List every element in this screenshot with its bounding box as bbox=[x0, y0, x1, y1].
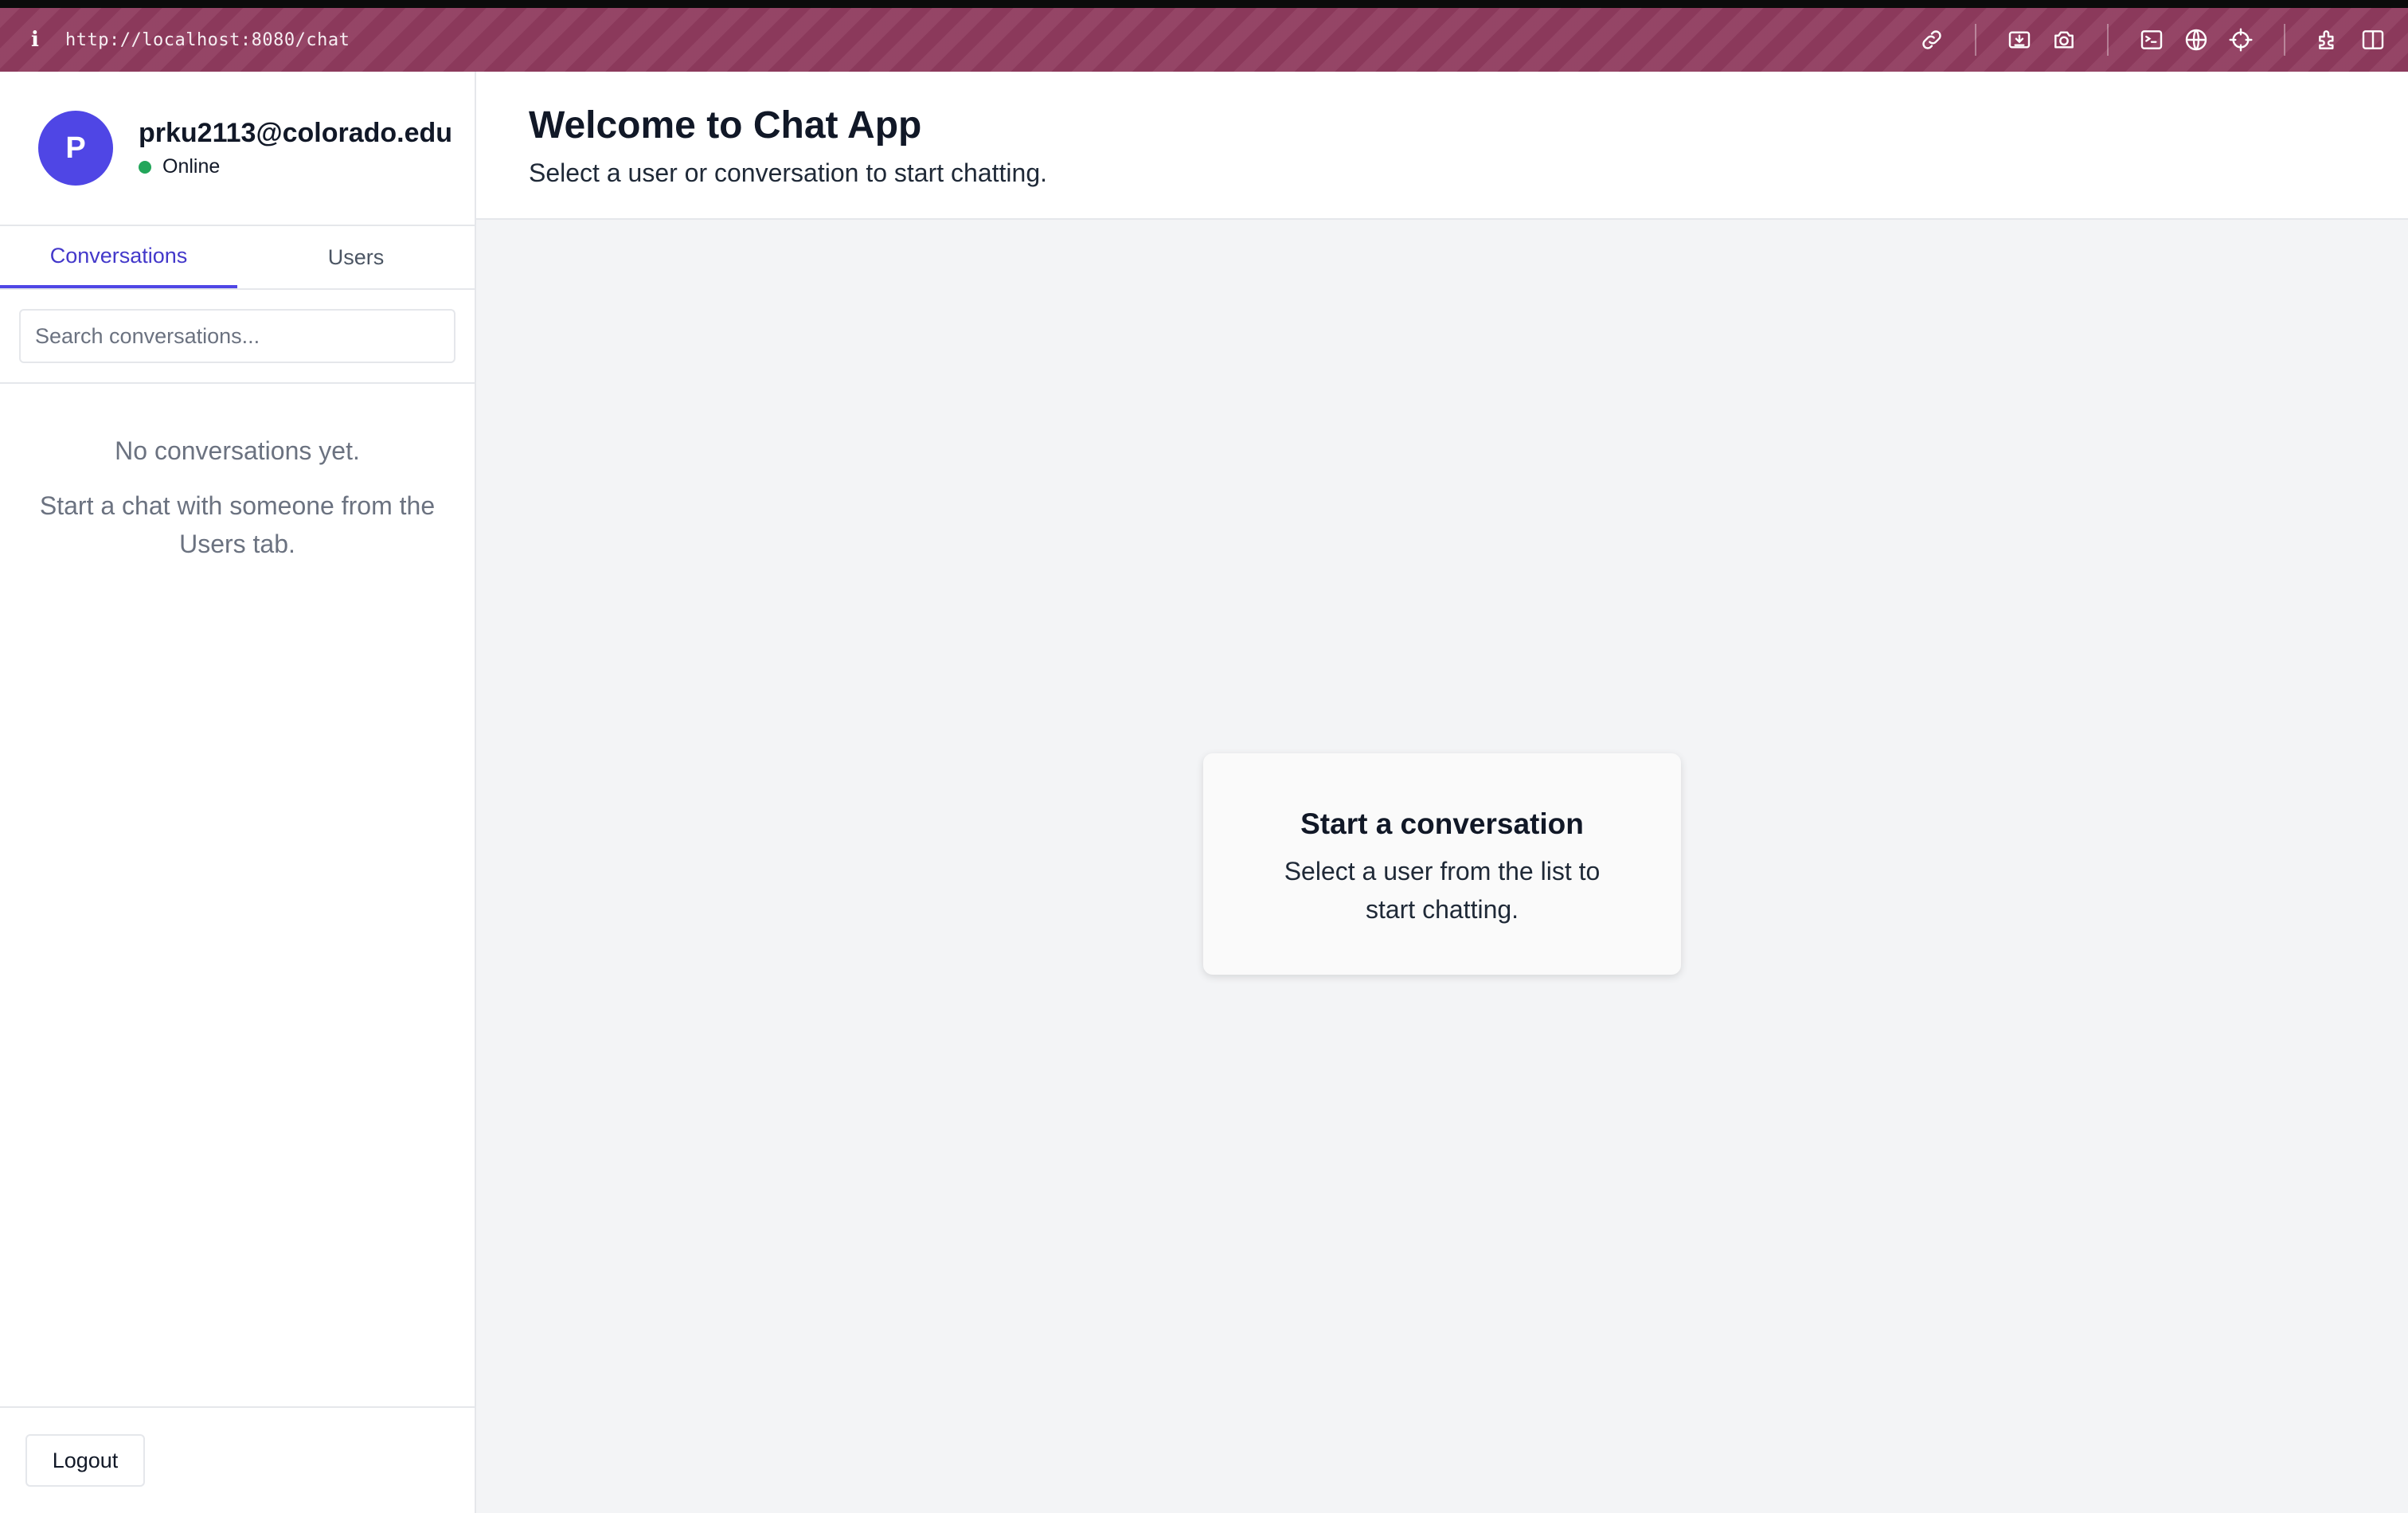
toolbar-divider bbox=[2107, 24, 2109, 56]
sidebar-toggle-icon[interactable] bbox=[2357, 24, 2389, 56]
extension-icon[interactable] bbox=[2312, 24, 2344, 56]
tab-conversations[interactable]: Conversations bbox=[0, 226, 237, 288]
logout-button[interactable]: Logout bbox=[25, 1434, 145, 1487]
browser-toolbar-icons bbox=[1903, 24, 2389, 56]
user-status: Online bbox=[139, 155, 452, 178]
window-top-edge bbox=[0, 0, 2408, 8]
empty-conversations: No conversations yet. Start a chat with … bbox=[0, 384, 475, 563]
start-conversation-card: Start a conversation Select a user from … bbox=[1203, 753, 1681, 975]
terminal-icon[interactable] bbox=[2136, 24, 2168, 56]
chat-content-area: Start a conversation Select a user from … bbox=[476, 220, 2408, 1513]
online-status-dot bbox=[139, 160, 151, 174]
url-text[interactable]: http://localhost:8080/chat bbox=[65, 30, 350, 50]
card-subtitle: Select a user from the list to start cha… bbox=[1284, 857, 1601, 924]
user-profile: P prku2113@colorado.edu Online bbox=[0, 72, 475, 226]
sidebar-footer: Logout bbox=[0, 1406, 475, 1513]
page-subtitle: Select a user or conversation to start c… bbox=[529, 158, 1047, 187]
empty-state-subtitle: Start a chat with someone from the Users… bbox=[39, 491, 436, 558]
browser-toolbar: i http://localhost:8080/chat bbox=[0, 8, 2408, 72]
avatar: P bbox=[38, 111, 113, 186]
globe-icon[interactable] bbox=[2180, 24, 2212, 56]
main-header: Welcome to Chat App Select a user or con… bbox=[476, 72, 2408, 220]
toolbar-divider bbox=[1975, 24, 1976, 56]
status-label: Online bbox=[162, 155, 221, 178]
page-title: Welcome to Chat App bbox=[529, 104, 922, 147]
empty-state-title: No conversations yet. bbox=[115, 436, 360, 465]
sidebar-tabs: Conversations Users bbox=[0, 226, 475, 290]
info-icon[interactable]: i bbox=[19, 28, 51, 52]
chat-app: P prku2113@colorado.edu Online Conversat… bbox=[0, 72, 2408, 1513]
user-email: prku2113@colorado.edu bbox=[139, 118, 453, 148]
link-icon[interactable] bbox=[1916, 24, 1948, 56]
sidebar: P prku2113@colorado.edu Online Conversat… bbox=[0, 72, 476, 1513]
profile-info: prku2113@colorado.edu Online bbox=[139, 118, 452, 178]
tab-users[interactable]: Users bbox=[237, 226, 475, 288]
main-panel: Welcome to Chat App Select a user or con… bbox=[476, 72, 2408, 1513]
camera-icon[interactable] bbox=[2048, 24, 2080, 56]
toolbar-divider bbox=[2284, 24, 2285, 56]
download-icon[interactable] bbox=[2003, 24, 2035, 56]
search-container bbox=[0, 290, 475, 384]
crosshair-icon[interactable] bbox=[2225, 24, 2257, 56]
card-title: Start a conversation bbox=[1300, 807, 1584, 840]
search-conversations-input[interactable] bbox=[19, 309, 455, 363]
